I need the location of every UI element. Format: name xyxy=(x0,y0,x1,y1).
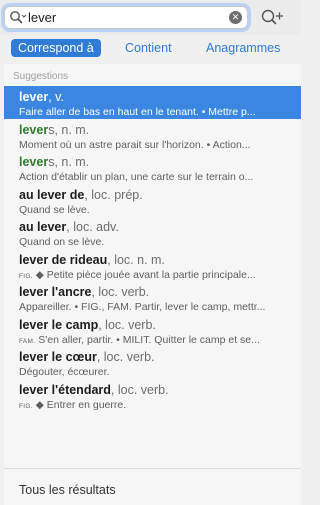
tab-anagrammes[interactable]: Anagrammes xyxy=(206,39,280,57)
entry-grammar: , n. m. xyxy=(54,155,90,169)
definition-text: Appareiller. • FIG., FAM. Partir, lever … xyxy=(19,301,266,313)
list-item[interactable]: au lever, loc. adv. Quand on se lève. xyxy=(4,216,301,249)
divider xyxy=(4,468,301,469)
entry-definition: FIG. ◆ Entrer en guerre. xyxy=(19,398,284,414)
section-heading: Suggestions xyxy=(13,71,69,82)
entry-headline: lever, v. xyxy=(19,90,301,105)
list-item[interactable]: lever l'ancre, loc. verb. Appareiller. • … xyxy=(4,281,301,314)
entry-grammar: , loc. verb. xyxy=(98,317,156,332)
entry-definition: Action d'établir un plan, une carte sur … xyxy=(19,170,284,184)
entry-headline: lever de rideau, loc. n. m. xyxy=(19,253,301,268)
entry-definition: Moment où un astre parait sur l'horizon.… xyxy=(19,138,284,152)
entry-definition: Faire aller de bas en haut en le tenant.… xyxy=(19,105,284,119)
entry-word: lever de rideau xyxy=(19,252,108,267)
definition-text: S'en aller, partir. • MILIT. Quitter le … xyxy=(38,333,260,346)
entry-grammar: , loc. verb. xyxy=(91,285,150,299)
usage-tag: FIG. xyxy=(19,272,33,280)
entry-definition: Dégouter, écœurer. xyxy=(19,365,284,379)
list-item[interactable]: lever de rideau, loc. n. m. FIG. ◆ Petite… xyxy=(4,249,301,282)
entry-grammar: , loc. adv. xyxy=(66,220,119,234)
definition-text: Dégouter, écœurer. xyxy=(19,366,110,378)
usage-tag: FIG. xyxy=(19,402,33,410)
entry-word: lever xyxy=(19,90,49,104)
all-results-link[interactable]: Tous les résultats xyxy=(19,483,116,497)
entry-definition: Quand on se lève. xyxy=(19,235,284,249)
clear-search-button[interactable]: ✕ xyxy=(229,11,242,24)
search-field[interactable]: lever ✕ xyxy=(4,6,248,29)
entry-grammar: , loc. prép. xyxy=(84,187,143,202)
search-icon[interactable] xyxy=(9,10,27,26)
entry-headline: au lever, loc. adv. xyxy=(19,220,301,235)
entry-grammar: , v. xyxy=(48,90,64,104)
entry-headline: levers, n. m. xyxy=(19,155,301,170)
entry-grammar: , loc. n. m. xyxy=(107,252,165,267)
entry-definition: Appareiller. • FIG., FAM. Partir, lever … xyxy=(19,300,284,314)
entry-grammar: , loc. verb. xyxy=(110,382,169,397)
entry-word: lever le camp xyxy=(19,317,99,332)
entry-headline: lever le camp, loc. verb. xyxy=(19,318,301,333)
usage-tag: FAM. xyxy=(19,337,36,345)
entry-word: lever l'ancre xyxy=(19,285,92,299)
list-item[interactable]: au lever de, loc. prép. Quand se lève. xyxy=(4,184,301,217)
definition-text: ◆ Entrer en guerre. xyxy=(35,398,127,411)
list-item[interactable]: lever l'étendard, loc. verb. FIG. ◆ Entre… xyxy=(4,379,301,412)
entry-word: au lever xyxy=(19,220,67,234)
definition-text: Action d'établir un plan, une carte sur … xyxy=(19,171,254,183)
entry-grammar: , n. m. xyxy=(54,122,90,137)
definition-text: Faire aller de bas en haut en le tenant.… xyxy=(19,106,256,118)
tab-contient[interactable]: Contient xyxy=(125,39,172,57)
list-item[interactable]: levers, n. m. Action d'établir un plan, u… xyxy=(4,151,301,184)
entry-headline: au lever de, loc. prép. xyxy=(19,188,301,203)
list-item[interactable]: lever le camp, loc. verb. FAM. S'en aller… xyxy=(4,314,301,347)
entry-word: lever l'étendard xyxy=(19,382,111,397)
list-item[interactable]: lever, v. Faire aller de bas en haut en l… xyxy=(4,86,301,119)
entry-grammar: , loc. verb. xyxy=(96,350,155,364)
definition-text: Quand on se lève. xyxy=(19,236,105,248)
suggestions-panel: Suggestions lever, v. Faire aller de bas … xyxy=(4,64,301,505)
entry-headline: lever le cœur, loc. verb. xyxy=(19,350,301,365)
suggestion-list: lever, v. Faire aller de bas en haut en l… xyxy=(4,86,301,411)
list-item[interactable]: levers, n. m. Moment où un astre parait s… xyxy=(4,119,301,152)
definition-text: ◆ Petite pièce jouée avant la partie pri… xyxy=(35,268,256,281)
tab-correspond[interactable]: Correspond à xyxy=(11,39,101,57)
list-item[interactable]: lever le cœur, loc. verb. Dégouter, écœur… xyxy=(4,346,301,379)
entry-stem: lever xyxy=(19,155,49,169)
entry-stem: lever xyxy=(19,122,49,137)
search-mode-tabs: Correspond à Contient Anagrammes xyxy=(0,37,301,59)
entry-word: au lever de xyxy=(19,187,85,202)
search-toolbar: lever ✕ xyxy=(0,0,301,35)
entry-definition: Quand se lève. xyxy=(19,203,284,217)
add-word-icon[interactable] xyxy=(260,8,284,28)
entry-word: lever le cœur xyxy=(19,350,97,364)
entry-headline: lever l'étendard, loc. verb. xyxy=(19,383,301,398)
definition-text: Moment où un astre parait sur l'horizon.… xyxy=(19,138,251,151)
entry-headline: lever l'ancre, loc. verb. xyxy=(19,285,301,300)
search-input[interactable]: lever xyxy=(28,9,56,26)
entry-headline: levers, n. m. xyxy=(19,123,301,138)
definition-text: Quand se lève. xyxy=(19,203,90,216)
